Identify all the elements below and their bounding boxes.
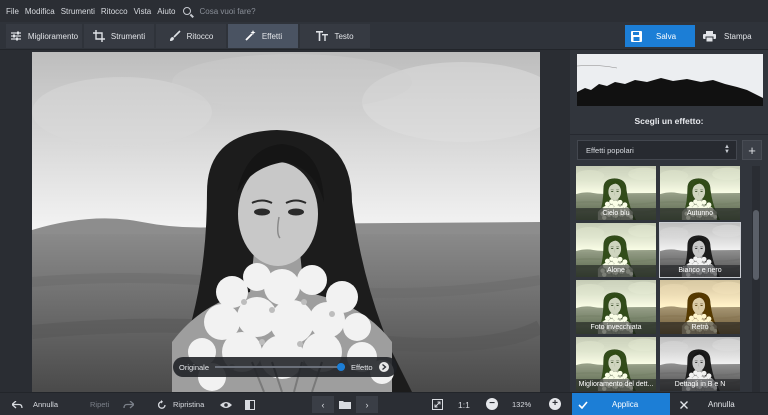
floppy-icon — [631, 30, 642, 42]
one-to-one-label: 1:1 — [458, 399, 470, 410]
histogram — [577, 54, 763, 106]
tab-label: Strumenti — [110, 31, 146, 41]
edited-photo[interactable] — [32, 52, 540, 392]
effects-scrollbar-thumb[interactable] — [753, 210, 759, 280]
print-button[interactable]: Stampa — [700, 25, 766, 47]
chevron-left-icon: ‹ — [321, 399, 325, 410]
compare-handle[interactable] — [337, 363, 346, 371]
effect-label: Miglioramento del dett... — [576, 379, 656, 391]
sliders-icon — [10, 31, 21, 41]
next-image-button[interactable]: › — [356, 396, 378, 413]
effect-label: Dettagli in B e N — [660, 379, 740, 391]
effect-thumb[interactable]: Alone — [576, 223, 656, 277]
apply-button[interactable]: Applica — [572, 393, 670, 415]
tab-effetti[interactable]: Effetti — [228, 24, 298, 48]
effect-thumb[interactable]: Miglioramento del dett... — [576, 337, 656, 391]
effect-label: Foto invecchiata — [576, 322, 656, 334]
search-icon — [183, 7, 192, 15]
menu-strumenti[interactable]: Strumenti — [61, 7, 95, 16]
tab-testo[interactable]: Testo — [300, 24, 370, 48]
arrow-right-icon[interactable] — [378, 362, 389, 372]
cancel-label: Annulla — [708, 400, 735, 409]
save-button[interactable]: Salva — [625, 25, 695, 47]
fit-screen-icon — [432, 399, 443, 410]
check-icon — [578, 400, 588, 409]
apply-label: Applica — [612, 400, 639, 409]
text-icon — [316, 31, 329, 41]
effect-label: Alone — [576, 265, 656, 277]
save-label: Salva — [656, 31, 677, 41]
original-label: Originale — [179, 362, 210, 372]
tab-label: Miglioramento — [27, 31, 79, 41]
cancel-button[interactable]: Annulla — [676, 393, 766, 415]
zoom-in-icon[interactable]: + — [549, 398, 561, 410]
printer-icon — [703, 30, 716, 42]
magic-wand-icon — [245, 30, 256, 41]
eye-icon[interactable] — [220, 393, 232, 415]
undo-button[interactable]: Annulla — [12, 393, 58, 415]
effect-thumb[interactable]: Dettagli in B e N — [660, 337, 740, 391]
tab-label: Ritocco — [186, 31, 214, 41]
compare-slider[interactable]: Originale Effetto — [173, 357, 397, 377]
panel-title: Scegli un effetto: — [634, 116, 704, 126]
divider — [570, 134, 768, 135]
folder-button[interactable] — [334, 396, 356, 413]
canvas-area[interactable] — [0, 50, 570, 392]
search-placeholder: Cosa vuoi fare? — [199, 6, 256, 16]
reset-button[interactable]: Ripristina — [157, 393, 204, 415]
effect-label: Cielo blu — [576, 208, 656, 220]
dropdown-value: Effetti popolari — [586, 145, 634, 155]
undo-icon — [12, 400, 23, 408]
zoom-value: 132% — [512, 400, 532, 409]
menu-bar: File Modifica Strumenti Ritocco Vista Ai… — [0, 0, 768, 22]
effect-thumb[interactable]: Autunno — [660, 166, 740, 220]
effect-label: Autunno — [660, 208, 740, 220]
brush-icon — [169, 30, 181, 41]
menu-aiuto[interactable]: Aiuto — [157, 7, 175, 16]
effect-thumb[interactable]: Cielo blu — [576, 166, 656, 220]
close-icon — [680, 400, 688, 409]
crop-icon — [92, 30, 105, 42]
effect-label: Retrò — [660, 322, 740, 334]
add-effect-button[interactable]: + — [742, 140, 762, 160]
prev-image-button[interactable]: ‹ — [312, 396, 334, 413]
effects-grid: Cielo blu Autunno Alone Bianco e nero Fo… — [576, 166, 744, 392]
effect-label: Bianco e nero — [660, 265, 740, 277]
zoom-out-icon[interactable]: − — [486, 398, 498, 410]
print-label: Stampa — [724, 31, 752, 41]
compare-track[interactable] — [215, 363, 346, 371]
tab-ritocco[interactable]: Ritocco — [156, 24, 226, 48]
redo-icon — [123, 400, 135, 408]
updown-arrows-icon: ▲ ▼ — [724, 144, 730, 155]
menu-modifica[interactable]: Modifica — [25, 7, 55, 16]
folder-icon — [339, 401, 351, 409]
menu-vista[interactable]: Vista — [134, 7, 152, 16]
redo-label: Ripeti — [90, 400, 110, 409]
effect-thumb[interactable]: Foto invecchiata — [576, 280, 656, 334]
effects-category-select[interactable]: Effetti popolari ▲ ▼ — [577, 140, 737, 160]
undo-label: Annulla — [33, 400, 59, 409]
split-view-icon[interactable] — [245, 393, 255, 415]
actual-size-button[interactable]: 1:1 — [458, 393, 470, 415]
redo-button[interactable]: Ripeti — [90, 393, 135, 415]
effect-label: Effetto — [351, 362, 373, 372]
effect-thumb-selected[interactable]: Bianco e nero — [659, 222, 741, 278]
tab-strumenti[interactable]: Strumenti — [84, 24, 154, 48]
reset-icon — [157, 399, 166, 409]
tab-miglioramento[interactable]: Miglioramento — [6, 24, 82, 48]
menu-file[interactable]: File — [6, 7, 19, 16]
chevron-right-icon: › — [365, 399, 369, 410]
main-toolbar: Miglioramento Strumenti Ritocco Effetti … — [0, 22, 768, 50]
plus-icon: + — [748, 142, 756, 158]
reset-label: Ripristina — [173, 400, 205, 409]
tab-label: Testo — [334, 31, 354, 41]
menu-ritocco[interactable]: Ritocco — [101, 7, 128, 16]
effect-thumb[interactable]: Retrò — [660, 280, 740, 334]
effects-panel: Scegli un effetto: Effetti popolari ▲ ▼ +… — [570, 50, 768, 392]
bottom-bar: Annulla Ripeti Ripristina ‹ › 1:1 − 132%… — [0, 392, 768, 415]
fit-screen-button[interactable] — [432, 393, 443, 415]
tab-label: Effetti — [261, 31, 283, 41]
zoom-level: 132% — [512, 393, 531, 415]
search-box[interactable]: Cosa vuoi fare? — [183, 6, 256, 16]
